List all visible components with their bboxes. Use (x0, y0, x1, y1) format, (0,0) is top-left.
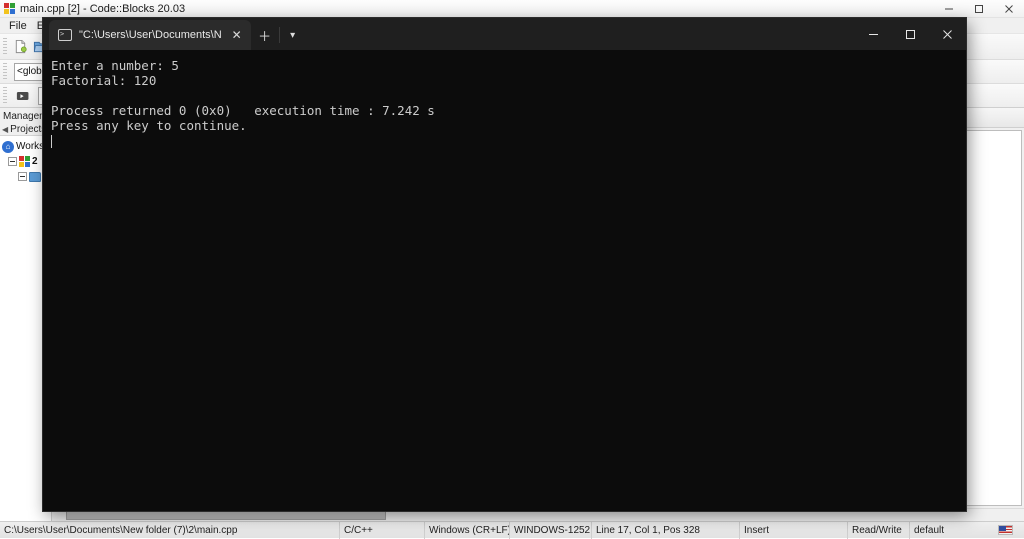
terminal-titlebar[interactable]: "C:\Users\User\Documents\N ✕ ＋ ▾ (43, 18, 966, 50)
tree-expander-icon[interactable] (8, 157, 17, 166)
status-access-mode: Read/Write (848, 522, 910, 539)
codeblocks-titlebar: main.cpp [2] - Code::Blocks 20.03 (0, 0, 1024, 18)
codeblocks-maximize-button[interactable] (964, 0, 994, 18)
toolbar-grip[interactable] (3, 38, 7, 56)
status-caret-position: Line 17, Col 1, Pos 328 (592, 522, 740, 539)
status-line-endings: Windows (CR+LF) (425, 522, 510, 539)
tree-expander-icon[interactable] (18, 172, 27, 181)
terminal-close-button[interactable] (929, 18, 966, 50)
terminal-tabstrip: "C:\Users\User\Documents\N ✕ ＋ ▾ (43, 18, 307, 50)
close-icon[interactable]: ✕ (229, 27, 245, 43)
status-encoding: WINDOWS-1252 (510, 522, 592, 539)
status-insert-mode: Insert (740, 522, 848, 539)
codeblocks-statusbar: C:\Users\User\Documents\New folder (7)\2… (0, 521, 1024, 538)
tab-scroll-left-icon[interactable]: ◀ (2, 125, 8, 134)
scrollbar-thumb[interactable] (66, 511, 386, 520)
status-language: C/C++ (340, 522, 425, 539)
plus-icon[interactable]: ＋ (251, 20, 279, 50)
debug-continue-icon[interactable] (14, 86, 34, 106)
codeblocks-title-text: main.cpp [2] - Code::Blocks 20.03 (20, 3, 185, 15)
status-file-path: C:\Users\User\Documents\New folder (7)\2… (0, 522, 340, 539)
terminal-output[interactable]: Enter a number: 5 Factorial: 120 Process… (43, 50, 966, 511)
project-icon (19, 156, 30, 167)
terminal-tab-active[interactable]: "C:\Users\User\Documents\N ✕ (49, 20, 251, 50)
terminal-output-text: Enter a number: 5 Factorial: 120 Process… (51, 58, 435, 133)
terminal-cursor (51, 135, 52, 148)
workspace-home-icon: ⌂ (2, 141, 14, 153)
toolbar-grip-3[interactable] (3, 63, 7, 81)
codeblocks-minimize-button[interactable] (934, 0, 964, 18)
tab-projects[interactable]: Projects (10, 124, 46, 135)
tree-item-label: 2 (32, 156, 38, 167)
windows-terminal-window: "C:\Users\User\Documents\N ✕ ＋ ▾ Enter a… (43, 18, 966, 511)
chevron-down-icon[interactable]: ▾ (279, 20, 307, 50)
terminal-maximize-button[interactable] (892, 18, 929, 50)
console-icon (58, 29, 72, 41)
new-file-icon[interactable] (10, 37, 30, 57)
codeblocks-close-button[interactable] (994, 0, 1024, 18)
menu-item-file[interactable]: File (4, 18, 32, 34)
toolbar-grip-4[interactable] (3, 87, 7, 105)
status-profile: default (910, 522, 994, 539)
terminal-tab-title: "C:\Users\User\Documents\N (79, 29, 222, 41)
us-flag-icon[interactable] (998, 525, 1013, 535)
terminal-window-controls (855, 18, 966, 50)
codeblocks-logo-icon (4, 3, 15, 14)
terminal-minimize-button[interactable] (855, 18, 892, 50)
folder-icon (29, 172, 41, 182)
